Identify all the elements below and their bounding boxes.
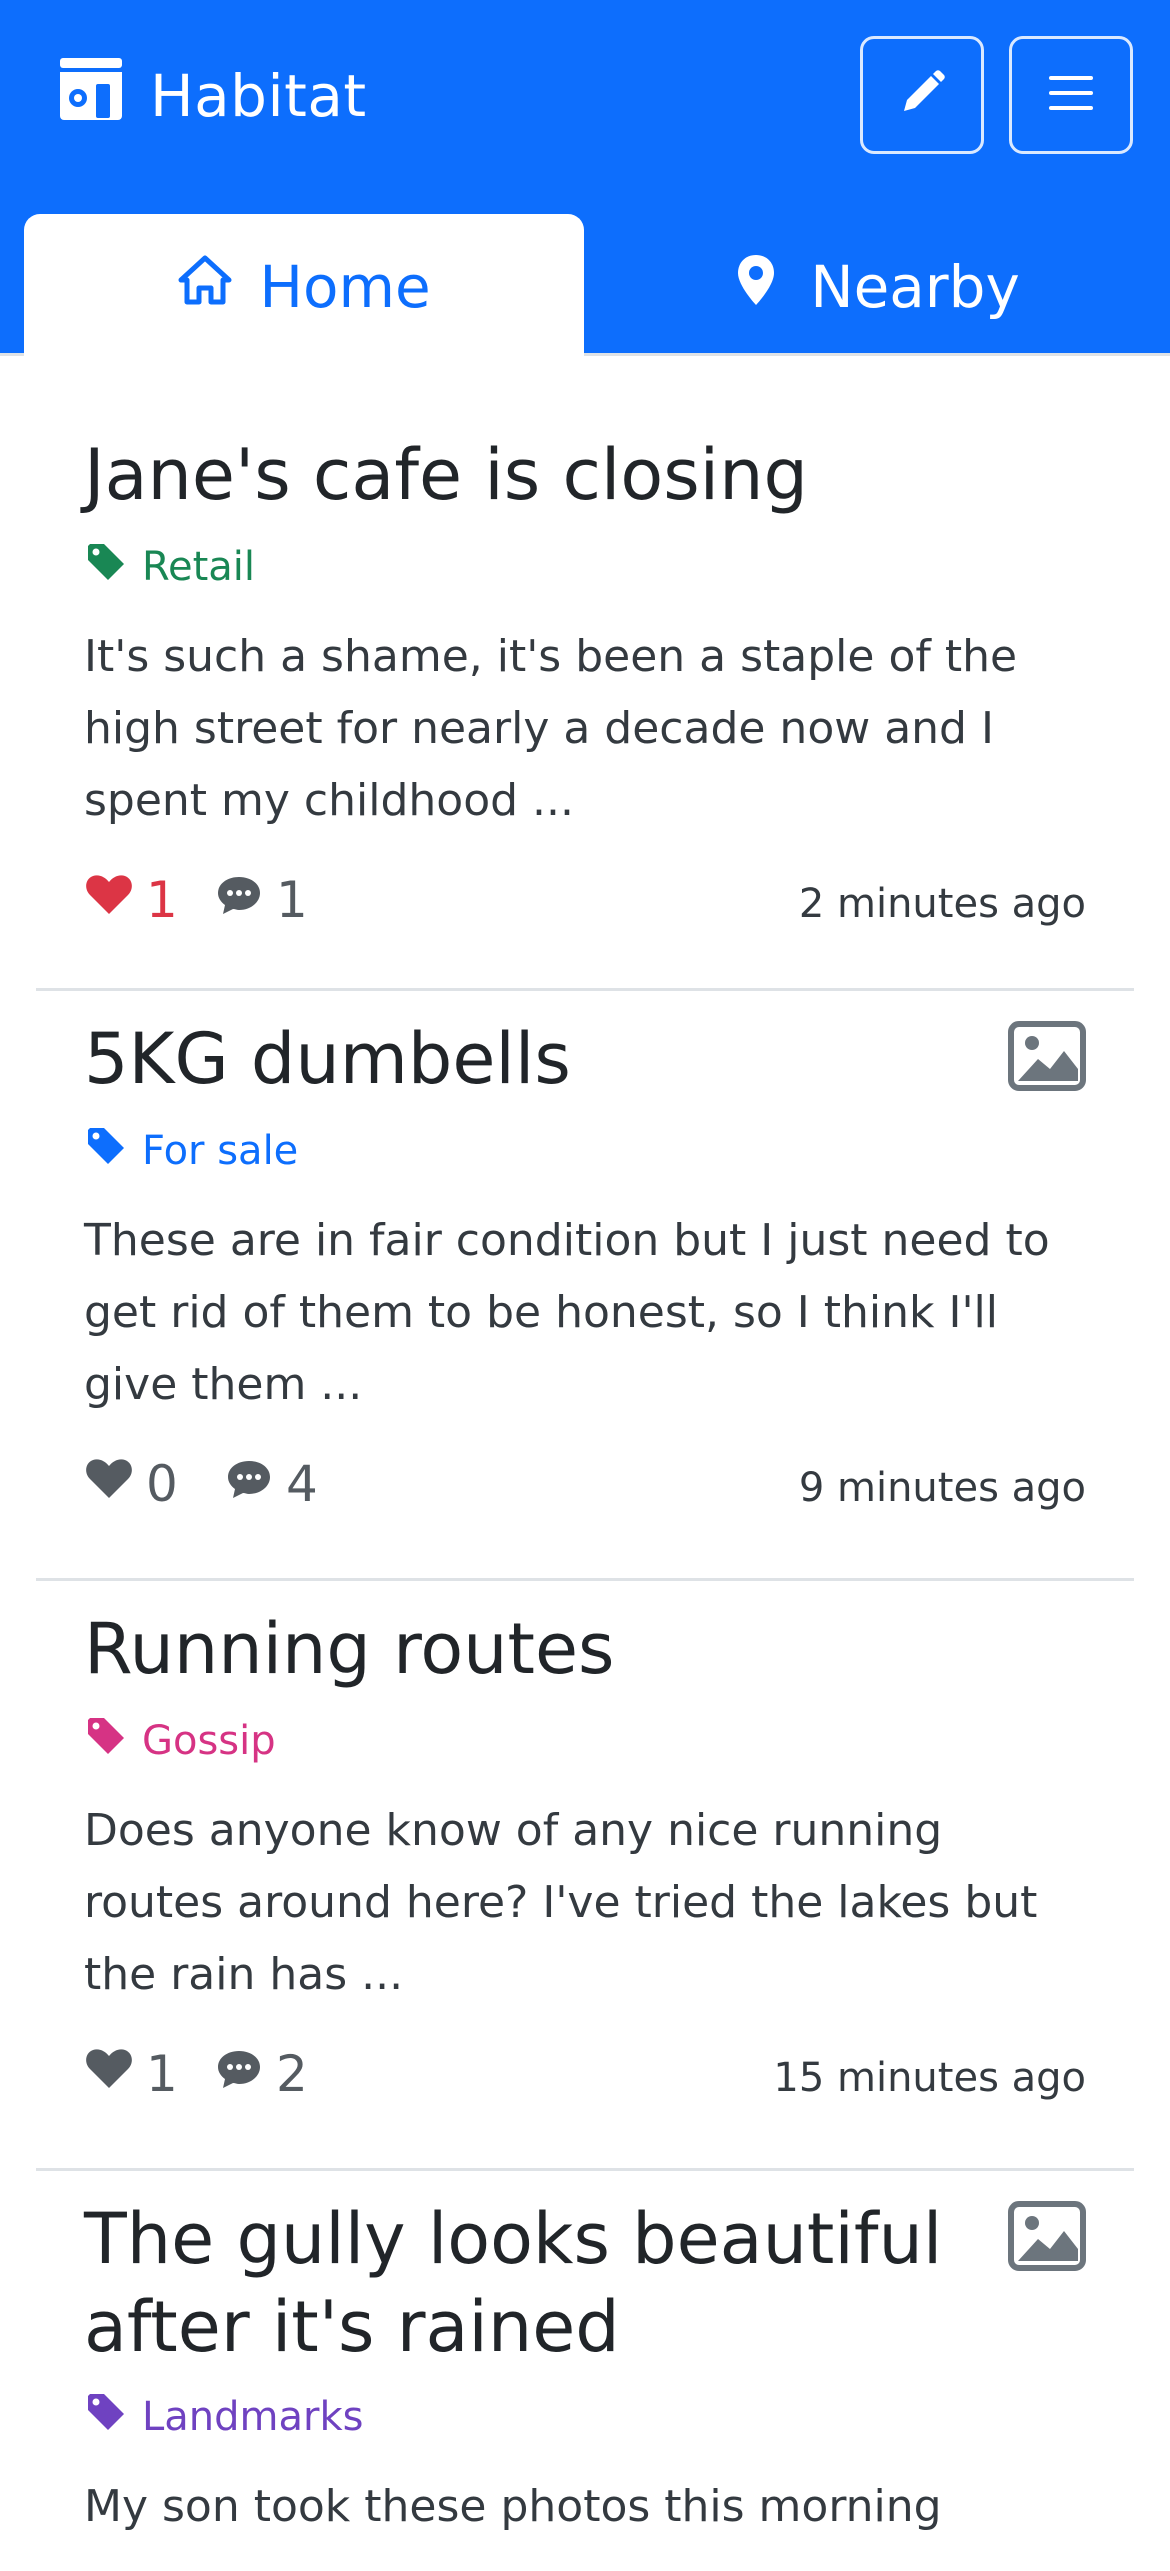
comment-count: 2	[276, 2045, 308, 2103]
post-tag-label: Landmarks	[142, 2394, 364, 2440]
tag-icon	[84, 2390, 128, 2444]
tab-nearby[interactable]: Nearby	[584, 214, 1164, 359]
post-title[interactable]: Jane's cafe is closing	[84, 359, 1086, 519]
tab-home-label: Home	[259, 252, 431, 321]
new-post-button[interactable]	[860, 36, 984, 154]
app-title: Habitat	[150, 62, 367, 130]
post-excerpt: Does anyone know of any nice running rou…	[84, 1805, 1038, 2000]
post-tag[interactable]: Gossip	[84, 1711, 1086, 1771]
post-excerpt: My son took these photos this morning	[84, 2481, 942, 2532]
brand[interactable]: Habitat	[56, 58, 367, 134]
image-attachment-icon	[1008, 1021, 1086, 1091]
comment-icon	[214, 869, 264, 931]
post-card[interactable]: The gully looks beautiful after it's rai…	[36, 2171, 1134, 2571]
post-card[interactable]: Running routes Gossip Does anyone know o…	[36, 1581, 1134, 2171]
post-title[interactable]: 5KG dumbells	[84, 991, 1086, 1103]
post-feed: Jane's cafe is closing Retail It's such …	[36, 359, 1134, 2571]
house-icon	[177, 252, 233, 322]
map-pin-icon	[728, 252, 784, 322]
post-title[interactable]: The gully looks beautiful after it's rai…	[84, 2171, 984, 2371]
post-tag[interactable]: Landmarks	[84, 2387, 1086, 2447]
tag-icon	[84, 1714, 128, 1768]
heart-icon	[84, 1453, 134, 1515]
post-excerpt: It's such a shame, it's been a staple of…	[84, 631, 1018, 826]
post-meta: 1 2 15 minutes ago	[84, 2039, 1086, 2129]
like-count: 1	[146, 871, 178, 929]
post-card[interactable]: 5KG dumbells For sale These are in fair …	[36, 991, 1134, 1581]
hamburger-icon	[1043, 65, 1099, 125]
post-tag[interactable]: For sale	[84, 1121, 1086, 1181]
like-button[interactable]: 1	[84, 865, 178, 935]
heart-icon	[84, 2043, 134, 2105]
post-meta: 1 1 2 minutes ago	[84, 865, 1086, 955]
like-button[interactable]: 1	[84, 2039, 178, 2109]
pencil-icon	[894, 65, 950, 125]
post-tag-label: Gossip	[142, 1718, 276, 1764]
like-count: 0	[146, 1455, 178, 1513]
tab-bar: Home Nearby	[0, 190, 1170, 359]
tab-home[interactable]: Home	[24, 214, 584, 359]
post-timestamp: 15 minutes ago	[773, 2055, 1086, 2101]
menu-toggle-button[interactable]	[1009, 36, 1133, 154]
like-count: 1	[146, 2045, 178, 2103]
like-button[interactable]: 0	[84, 1449, 178, 1519]
tag-icon	[84, 1124, 128, 1178]
comment-button[interactable]: 1	[214, 865, 308, 935]
tab-nearby-label: Nearby	[810, 252, 1020, 321]
comment-icon	[214, 2043, 264, 2105]
top-navbar: Habitat	[0, 0, 1170, 190]
post-excerpt: These are in fair condition but I just n…	[84, 1215, 1050, 1410]
post-title[interactable]: Running routes	[84, 1581, 1086, 1693]
post-meta: 0 4 9 minutes ago	[84, 1449, 1086, 1539]
tag-icon	[84, 540, 128, 594]
post-tag[interactable]: Retail	[84, 537, 1086, 597]
post-tag-label: For sale	[142, 1128, 299, 1174]
app-logo-icon	[56, 54, 126, 138]
post-card[interactable]: Jane's cafe is closing Retail It's such …	[36, 359, 1134, 991]
post-timestamp: 9 minutes ago	[798, 1465, 1086, 1511]
comment-count: 4	[286, 1455, 318, 1513]
image-attachment-icon	[1008, 2201, 1086, 2271]
heart-filled-icon	[84, 869, 134, 931]
post-timestamp: 2 minutes ago	[798, 881, 1086, 927]
post-tag-label: Retail	[142, 544, 256, 590]
comment-button[interactable]: 2	[214, 2039, 308, 2109]
comment-button[interactable]: 4	[224, 1449, 318, 1519]
comment-icon	[224, 1453, 274, 1515]
comment-count: 1	[276, 871, 308, 929]
